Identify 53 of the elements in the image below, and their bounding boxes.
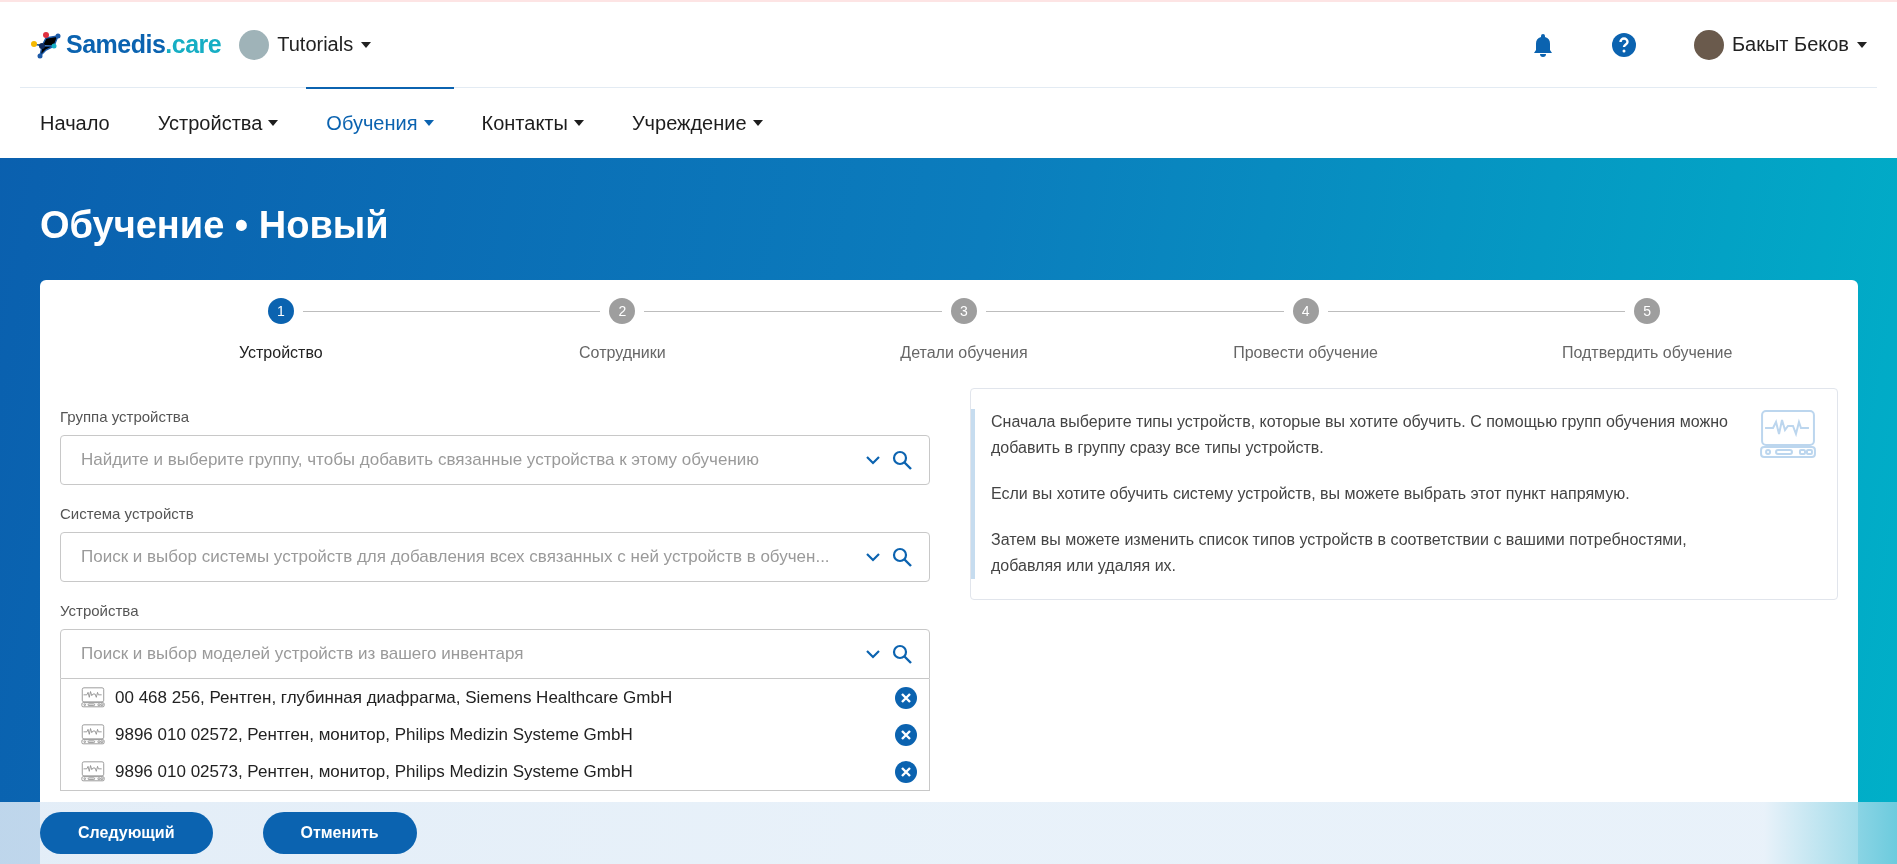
field-label: Группа устройства	[60, 408, 190, 425]
step-number: 5	[1634, 298, 1661, 324]
remove-icon[interactable]	[895, 723, 917, 746]
workspace-menu[interactable]: Tutorials	[239, 29, 372, 60]
monitor-icon	[1759, 409, 1817, 459]
chevron-down-icon[interactable]	[866, 455, 880, 465]
caret-icon	[1857, 41, 1867, 48]
step-label[interactable]: Подтвердить обучение	[1561, 344, 1733, 362]
remove-icon[interactable]	[895, 686, 917, 709]
chevron-down-icon[interactable]	[866, 649, 880, 659]
nav-tab[interactable]: Обучения	[306, 87, 454, 157]
nav-tab[interactable]: Учреждение	[611, 87, 783, 157]
info-paragraph: Сначала выберите типы устройств, которые вы хотите обучить. С помощью групп обучения можно добавить в группу сразу все типы устройств.	[991, 412, 1729, 458]
nav-tab[interactable]: Контакты	[461, 87, 604, 157]
device-name: 9896 010 02572, Рентген, монитор, Philips Medizin Systeme GmbH	[115, 724, 634, 745]
search-field[interactable]: Найдите и выберите группу, чтобы добавить связанные устройства к этому обучению	[60, 435, 930, 485]
step-number: 1	[267, 298, 294, 324]
search-field[interactable]: Поиск и выбор моделей устройств из вашего инвентаря	[60, 629, 930, 679]
search-icon[interactable]	[892, 450, 912, 470]
field-label: Устройства	[60, 602, 140, 619]
step-label[interactable]: Сотрудники	[579, 344, 666, 362]
action-button[interactable]: Отменить	[262, 812, 417, 854]
info-paragraph: Затем вы можете изменить список типов устройств в соответствии с вашими потребностями, добавляя или удаляя их.	[991, 530, 1688, 576]
logo[interactable]: Samedis.care	[30, 29, 222, 60]
chevron-down-icon[interactable]	[866, 552, 880, 562]
user-menu[interactable]: Бакыт Беков	[1693, 29, 1867, 60]
remove-icon[interactable]	[895, 760, 917, 783]
nav-tab[interactable]: Начало	[20, 87, 130, 157]
network-logo-icon	[30, 29, 62, 60]
device-name: 00 468 256, Рентген, глубинная диафрагма, Siemens Healthcare GmbH	[115, 687, 674, 708]
step-number: 4	[1292, 298, 1319, 324]
monitor-icon	[81, 724, 105, 745]
step-number: 3	[951, 298, 977, 324]
field-label: Система устройств	[60, 505, 195, 522]
search-field[interactable]: Поиск и выбор системы устройств для добавления всех связанных с ней устройств в обучен...	[60, 532, 930, 582]
monitor-icon	[81, 761, 105, 782]
step-label[interactable]: Устройство	[238, 344, 323, 362]
step-label[interactable]: Провести обучение	[1233, 344, 1378, 362]
action-button[interactable]: Следующий	[40, 812, 213, 854]
photo-placeholder	[239, 29, 270, 60]
avatar	[1693, 29, 1724, 60]
step-label[interactable]: Детали обучения	[900, 344, 1028, 362]
info-paragraph: Если вы хотите обучить систему устройств, вы можете выбрать этот пункт напрямую.	[991, 484, 1631, 504]
nav-tab[interactable]: Устройства	[137, 87, 299, 157]
device-name: 9896 010 02573, Рентген, монитор, Philips Medizin Systeme GmbH	[115, 761, 634, 782]
notifications-bell-icon[interactable]	[1531, 32, 1554, 57]
step-number: 2	[609, 298, 636, 324]
page-title: Обучение • Новый	[40, 204, 390, 248]
caret-icon	[361, 41, 372, 48]
help-icon[interactable]	[1611, 32, 1636, 57]
search-icon[interactable]	[892, 644, 912, 664]
search-icon[interactable]	[892, 547, 912, 567]
monitor-icon	[81, 687, 105, 708]
